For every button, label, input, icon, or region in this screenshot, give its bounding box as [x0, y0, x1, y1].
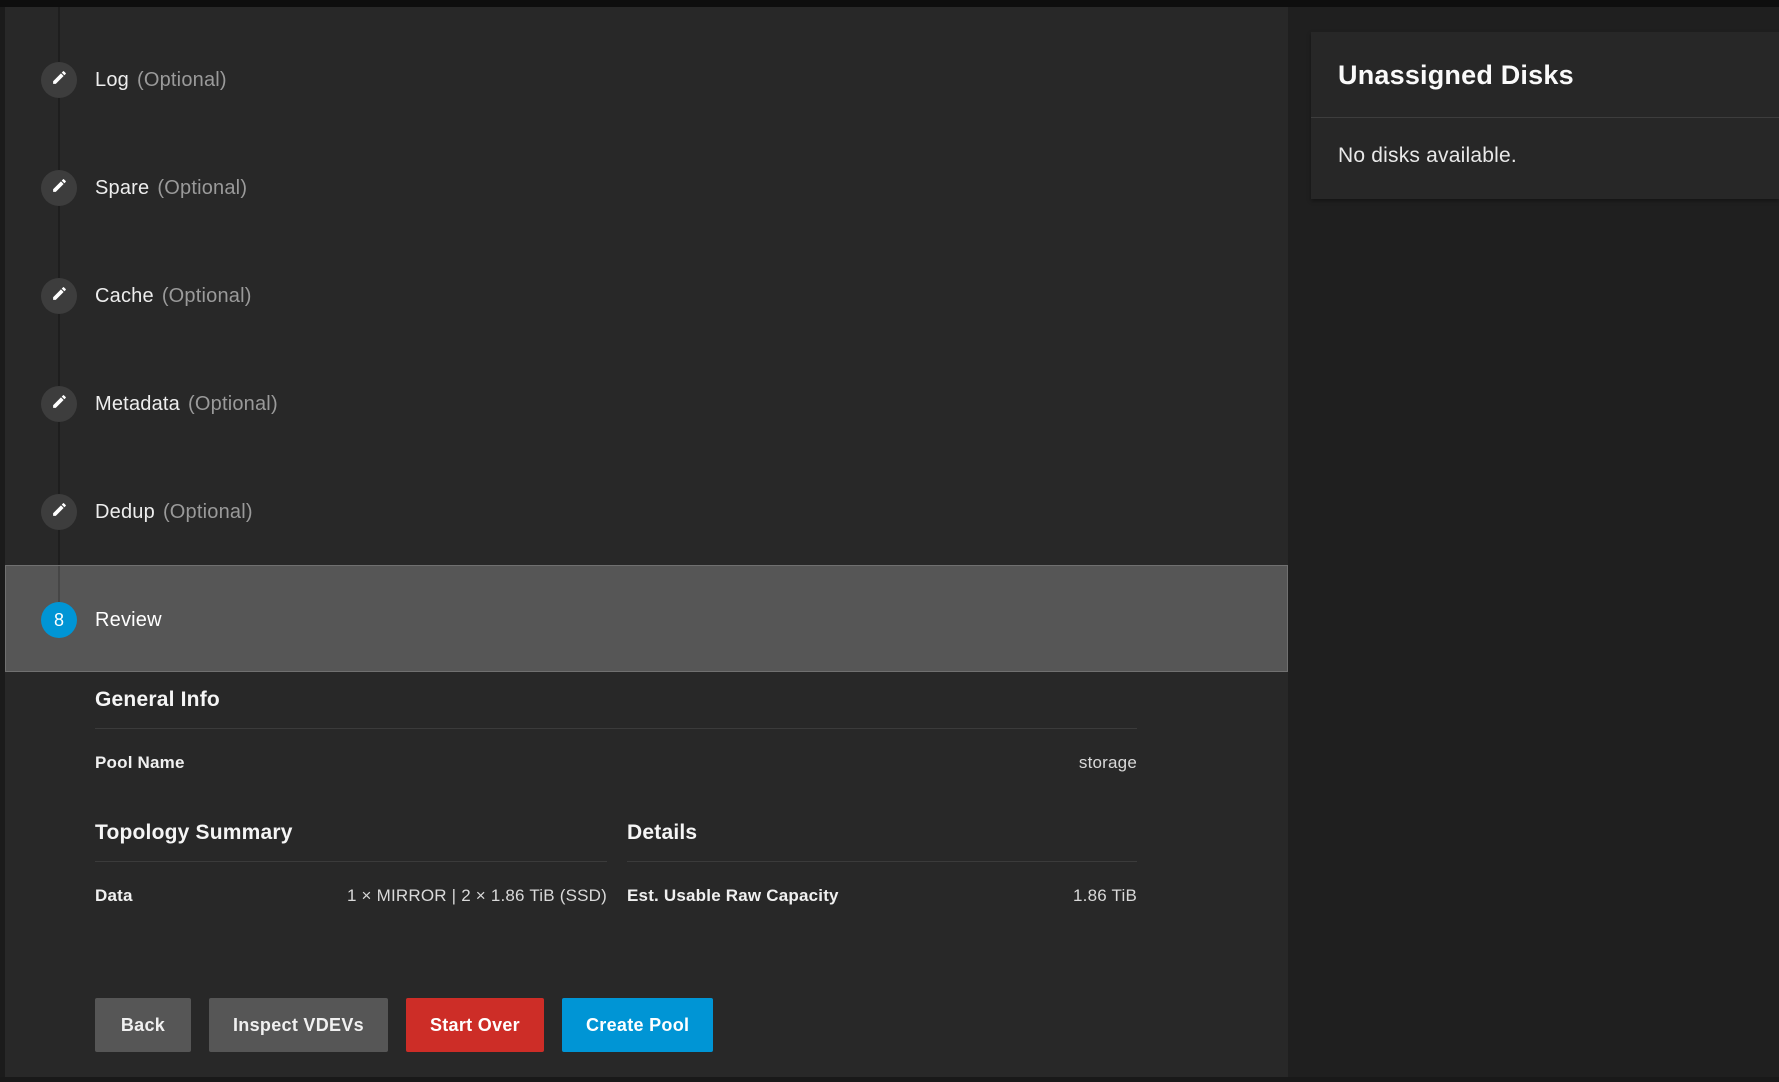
back-button[interactable]: Back	[95, 998, 191, 1052]
details-capacity-row: Est. Usable Raw Capacity 1.86 TiB	[627, 886, 1137, 906]
general-info-heading: General Info	[95, 688, 220, 712]
stepper-connector-line	[58, 566, 60, 602]
stepper-step-review[interactable]: 8 Review	[5, 565, 1288, 672]
step-label: Spare	[95, 177, 149, 200]
pool-name-row: Pool Name storage	[95, 753, 1137, 773]
step-label: Metadata	[95, 393, 180, 416]
no-disks-message: No disks available.	[1338, 144, 1517, 168]
stepper-step-metadata[interactable]: Metadata (Optional)	[5, 386, 1288, 422]
step-circle[interactable]	[41, 278, 77, 314]
step-optional-tag: (Optional)	[162, 285, 252, 308]
topology-data-value: 1 × MIRROR | 2 × 1.86 TiB (SSD)	[347, 886, 607, 906]
step-circle[interactable]	[41, 62, 77, 98]
stepper-step-cache[interactable]: Cache (Optional)	[5, 278, 1288, 314]
step-label: Dedup	[95, 501, 155, 524]
step-circle[interactable]	[41, 170, 77, 206]
capacity-label: Est. Usable Raw Capacity	[627, 886, 839, 906]
step-label: Log	[95, 69, 129, 92]
step-circle[interactable]	[41, 494, 77, 530]
wizard-actions: Back Inspect VDEVs Start Over Create Poo…	[95, 998, 713, 1052]
topology-data-label: Data	[95, 886, 133, 906]
edit-icon	[51, 501, 68, 523]
topology-summary-heading: Topology Summary	[95, 821, 293, 845]
divider	[95, 861, 607, 862]
pool-name-label: Pool Name	[95, 753, 185, 773]
stepper-step-spare[interactable]: Spare (Optional)	[5, 170, 1288, 206]
capacity-value: 1.86 TiB	[1073, 886, 1137, 906]
step-label: Review	[95, 602, 162, 638]
divider	[95, 728, 1137, 729]
pool-name-value: storage	[1079, 753, 1137, 773]
top-edge-bar	[0, 0, 1779, 7]
step-optional-tag: (Optional)	[157, 177, 247, 200]
step-optional-tag: (Optional)	[188, 393, 278, 416]
bottom-edge-bar	[0, 1077, 1779, 1082]
unassigned-disks-title: Unassigned Disks	[1338, 60, 1574, 91]
edit-icon	[51, 285, 68, 307]
step-optional-tag: (Optional)	[137, 69, 227, 92]
stepper-step-dedup[interactable]: Dedup (Optional)	[5, 494, 1288, 530]
start-over-button[interactable]: Start Over	[406, 998, 544, 1052]
unassigned-disks-card: Unassigned Disks No disks available.	[1311, 32, 1779, 199]
inspect-vdevs-button[interactable]: Inspect VDEVs	[209, 998, 388, 1052]
step-number: 8	[54, 610, 64, 631]
step-label: Cache	[95, 285, 154, 308]
edit-icon	[51, 69, 68, 91]
divider	[627, 861, 1137, 862]
stepper-step-log[interactable]: Log (Optional)	[5, 62, 1288, 98]
edit-icon	[51, 177, 68, 199]
step-number-badge: 8	[41, 602, 77, 638]
step-circle[interactable]	[41, 386, 77, 422]
pool-wizard-panel: Log (Optional) Spare (Optional) Cache (O…	[5, 7, 1288, 1077]
edit-icon	[51, 393, 68, 415]
details-heading: Details	[627, 821, 697, 845]
divider	[1311, 117, 1779, 118]
step-optional-tag: (Optional)	[163, 501, 253, 524]
topology-data-row: Data 1 × MIRROR | 2 × 1.86 TiB (SSD)	[95, 886, 607, 906]
create-pool-button[interactable]: Create Pool	[562, 998, 713, 1052]
